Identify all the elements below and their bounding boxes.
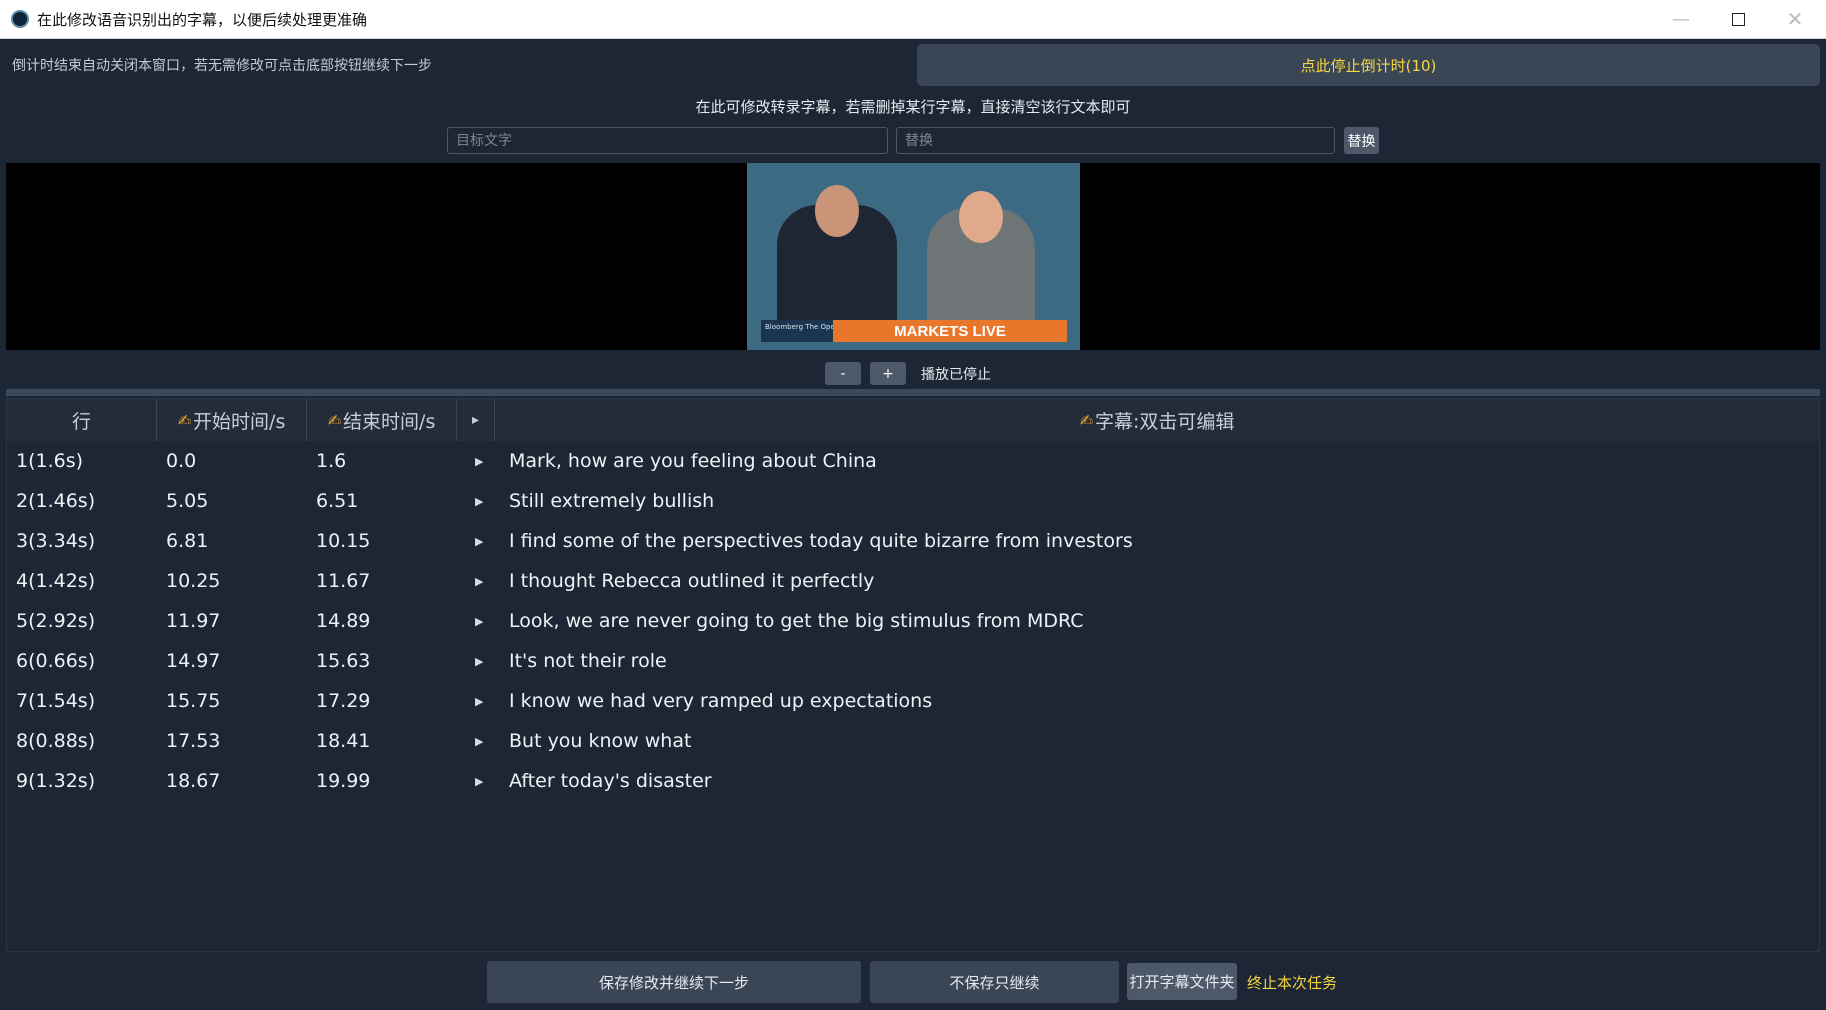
anchor-head bbox=[815, 185, 859, 237]
cell-end[interactable]: 15.63 bbox=[307, 650, 457, 672]
header-play[interactable]: ▸ bbox=[457, 399, 495, 441]
continue-without-save-button[interactable]: 不保存只继续 bbox=[870, 961, 1119, 1003]
table-body: 1(1.6s) 0.0 1.6 ▶ Mark, how are you feeling … bbox=[7, 441, 1819, 801]
cell-row: 2(1.46s) bbox=[16, 490, 96, 512]
table-row[interactable]: 1(1.6s) 0.0 1.6 ▶ Mark, how are you feeling … bbox=[7, 441, 1819, 481]
countdown-hint: 倒计时结束自动关闭本窗口，若无需修改可点击底部按钮继续下一步 bbox=[12, 58, 432, 74]
play-row-icon[interactable]: ▶ bbox=[457, 655, 495, 668]
play-row-icon[interactable]: ▶ bbox=[457, 775, 495, 788]
play-row-icon[interactable]: ▶ bbox=[457, 575, 495, 588]
table-row[interactable]: 2(1.46s) 5.05 6.51 ▶ Still extremely bullish bbox=[7, 481, 1819, 521]
header-subtitle[interactable]: ✍ 字幕:双击可编辑 bbox=[495, 399, 1819, 441]
header-end-label: 结束时间/s bbox=[343, 410, 436, 433]
play-row-icon[interactable]: ▶ bbox=[457, 535, 495, 548]
title-bar: 在此修改语音识别出的字幕，以便后续处理更准确 — ✕ bbox=[0, 0, 1826, 39]
cell-subtitle[interactable]: Look, we are never going to get the big … bbox=[495, 610, 1819, 632]
cell-row: 7(1.54s) bbox=[16, 690, 96, 712]
edit-hand-icon: ✍ bbox=[177, 410, 192, 430]
cell-start[interactable]: 11.97 bbox=[157, 610, 307, 632]
cell-end[interactable]: 17.29 bbox=[307, 690, 457, 712]
end-task-link[interactable]: 终止本次任务 bbox=[1247, 972, 1337, 993]
cell-start[interactable]: 17.53 bbox=[157, 730, 307, 752]
cell-subtitle[interactable]: I find some of the perspectives today qu… bbox=[495, 530, 1819, 552]
app-logo-icon bbox=[11, 10, 29, 28]
video-frame: Bloomberg The Opening Trade MARKETS LIVE bbox=[747, 163, 1080, 350]
header-start-label: 开始时间/s bbox=[193, 410, 286, 433]
edit-hand-icon: ✍ bbox=[327, 410, 342, 430]
video-player[interactable]: Bloomberg The Opening Trade MARKETS LIVE bbox=[6, 163, 1820, 350]
table-row[interactable]: 5(2.92s) 11.97 14.89 ▶ Look, we are never go… bbox=[7, 601, 1819, 641]
cell-subtitle[interactable]: It's not their role bbox=[495, 650, 1819, 672]
guest-head bbox=[959, 191, 1003, 243]
edit-hand-icon: ✍ bbox=[1079, 410, 1093, 430]
maximize-button[interactable] bbox=[1709, 0, 1767, 38]
cell-row: 8(0.88s) bbox=[16, 730, 96, 752]
slower-button[interactable]: - bbox=[825, 362, 861, 385]
table-row[interactable]: 7(1.54s) 15.75 17.29 ▶ I know we had very ra… bbox=[7, 681, 1819, 721]
playback-status: 播放已停止 bbox=[921, 367, 991, 383]
cell-start[interactable]: 14.97 bbox=[157, 650, 307, 672]
ticker-label: MARKETS LIVE bbox=[833, 320, 1067, 342]
header-row-label: 行 bbox=[71, 410, 91, 433]
header-subtitle-label: 字幕:双击可编辑 bbox=[1095, 410, 1235, 433]
cell-start[interactable]: 5.05 bbox=[157, 490, 307, 512]
maximize-icon bbox=[1731, 12, 1745, 26]
save-continue-button[interactable]: 保存修改并继续下一步 bbox=[487, 961, 861, 1003]
cell-end[interactable]: 19.99 bbox=[307, 770, 457, 792]
play-row-icon[interactable]: ▶ bbox=[457, 735, 495, 748]
cell-row: 9(1.32s) bbox=[16, 770, 96, 792]
cell-subtitle[interactable]: But you know what bbox=[495, 730, 1819, 752]
play-row-icon[interactable]: ▶ bbox=[457, 455, 495, 468]
stop-countdown-button[interactable]: 点此停止倒计时(10) bbox=[917, 44, 1820, 86]
header-row-number[interactable]: 行 bbox=[7, 399, 157, 441]
cell-end[interactable]: 18.41 bbox=[307, 730, 457, 752]
cell-end[interactable]: 1.6 bbox=[307, 450, 457, 472]
cell-start[interactable]: 10.25 bbox=[157, 570, 307, 592]
cell-subtitle[interactable]: After today's disaster bbox=[495, 770, 1819, 792]
cell-subtitle[interactable]: I know we had very ramped up expectation… bbox=[495, 690, 1819, 712]
header-end-time[interactable]: ✍ 结束时间/s bbox=[307, 399, 457, 441]
window-title: 在此修改语音识别出的字幕，以便后续处理更准确 bbox=[37, 10, 368, 29]
table-row[interactable]: 4(1.42s) 10.25 11.67 ▶ I thought Rebecca out… bbox=[7, 561, 1819, 601]
open-subtitle-folder-button[interactable]: 打开字幕文件夹 bbox=[1127, 963, 1237, 1000]
cell-row: 5(2.92s) bbox=[16, 610, 96, 632]
header-start-time[interactable]: ✍ 开始时间/s bbox=[157, 399, 307, 441]
play-triangle-icon: ▸ bbox=[471, 412, 480, 428]
cell-start[interactable]: 0.0 bbox=[157, 450, 307, 472]
replace-text-input[interactable] bbox=[896, 127, 1335, 154]
table-header: 行 ✍ 开始时间/s ✍ 结束时间/s ▸ ✍ 字幕:双击可编辑 bbox=[7, 399, 1819, 441]
cell-subtitle[interactable]: Mark, how are you feeling about China bbox=[495, 450, 1819, 472]
subtitle-table: 行 ✍ 开始时间/s ✍ 结束时间/s ▸ ✍ 字幕:双击可编辑 1(1.6s) 0.0… bbox=[6, 398, 1820, 952]
cell-end[interactable]: 11.67 bbox=[307, 570, 457, 592]
play-row-icon[interactable]: ▶ bbox=[457, 615, 495, 628]
play-row-icon[interactable]: ▶ bbox=[457, 695, 495, 708]
edit-hint: 在此可修改转录字幕，若需删掉某行字幕，直接清空该行文本即可 bbox=[695, 98, 1131, 116]
replace-button[interactable]: 替换 bbox=[1344, 127, 1379, 154]
cell-start[interactable]: 18.67 bbox=[157, 770, 307, 792]
cell-start[interactable]: 15.75 bbox=[157, 690, 307, 712]
cell-end[interactable]: 10.15 bbox=[307, 530, 457, 552]
news-ticker: Bloomberg The Opening Trade MARKETS LIVE bbox=[761, 320, 1067, 342]
cell-row: 3(3.34s) bbox=[16, 530, 96, 552]
splitter-handle[interactable] bbox=[6, 389, 1820, 396]
cell-end[interactable]: 6.51 bbox=[307, 490, 457, 512]
table-row[interactable]: 8(0.88s) 17.53 18.41 ▶ But you know what bbox=[7, 721, 1819, 761]
minimize-button[interactable]: — bbox=[1652, 0, 1710, 38]
cell-subtitle[interactable]: I thought Rebecca outlined it perfectly bbox=[495, 570, 1819, 592]
cell-end[interactable]: 14.89 bbox=[307, 610, 457, 632]
cell-row: 1(1.6s) bbox=[16, 450, 84, 472]
table-row[interactable]: 3(3.34s) 6.81 10.15 ▶ I find some of the per… bbox=[7, 521, 1819, 561]
cell-row: 4(1.42s) bbox=[16, 570, 96, 592]
faster-button[interactable]: + bbox=[870, 362, 906, 385]
play-row-icon[interactable]: ▶ bbox=[457, 495, 495, 508]
cell-subtitle[interactable]: Still extremely bullish bbox=[495, 490, 1819, 512]
close-button[interactable]: ✕ bbox=[1766, 0, 1824, 38]
target-text-input[interactable] bbox=[447, 127, 888, 154]
cell-start[interactable]: 6.81 bbox=[157, 530, 307, 552]
cell-row: 6(0.66s) bbox=[16, 650, 96, 672]
table-row[interactable]: 9(1.32s) 18.67 19.99 ▶ After today's disaste… bbox=[7, 761, 1819, 801]
table-row[interactable]: 6(0.66s) 14.97 15.63 ▶ It's not their role bbox=[7, 641, 1819, 681]
